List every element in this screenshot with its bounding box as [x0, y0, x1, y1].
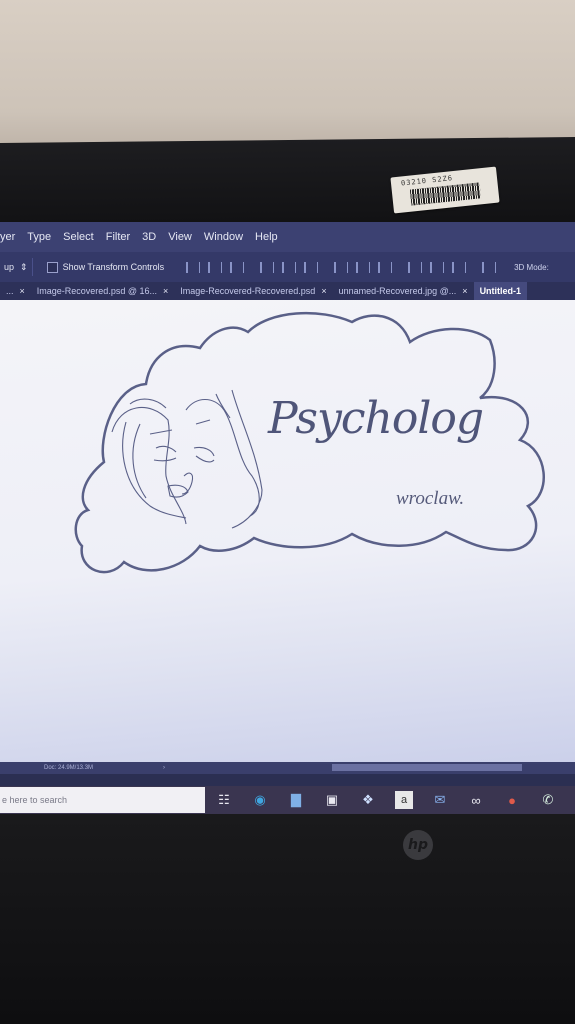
doc-size: Doc: 24.9M/13.3M — [44, 765, 94, 771]
tab-image-recovered-recovered[interactable]: Image-Recovered-Recovered.psd × — [174, 282, 332, 300]
logo-artwork — [74, 311, 545, 574]
distribute-bottom-icon[interactable] — [378, 261, 393, 273]
logo-title: Psycholog — [268, 393, 484, 444]
faces-line-art — [111, 389, 263, 529]
dropdown-arrow-icon: ⇕ — [20, 261, 28, 272]
mail-icon[interactable]: ✉ — [431, 791, 449, 809]
options-bar: up ⇕ Show Transform Controls 3D Mode: — [0, 252, 575, 283]
tab-label: ... — [6, 286, 14, 296]
taskbar-search-input[interactable]: e here to search — [0, 787, 205, 813]
tab-image-recovered[interactable]: Image-Recovered.psd @ 16... × — [31, 282, 174, 300]
document-tabs: ... × Image-Recovered.psd @ 16... × Imag… — [0, 282, 575, 300]
horizontal-scrollbar[interactable] — [332, 764, 522, 771]
menu-type[interactable]: Type — [27, 231, 51, 243]
align-bottom-icon[interactable] — [304, 261, 319, 273]
show-transform-label: Show Transform Controls — [62, 262, 165, 272]
tab-unnamed-recovered[interactable]: unnamed-Recovered.jpg @... × — [333, 282, 474, 300]
close-icon[interactable]: × — [321, 286, 326, 296]
tab-untitled-1[interactable]: Untitled-1 — [473, 282, 528, 300]
tab-previous[interactable]: ... × — [0, 282, 31, 300]
align-middle-icon[interactable] — [282, 261, 297, 273]
infinity-icon[interactable]: ∞ — [467, 791, 485, 809]
align-tools — [186, 261, 504, 273]
status-arrow-icon[interactable]: › — [163, 765, 165, 771]
distribute-top-icon[interactable] — [334, 261, 349, 273]
menu-3d[interactable]: 3D — [142, 231, 156, 243]
3d-mode-label: 3D Mode: — [514, 262, 549, 272]
screen: yer Type Select Filter 3D View Window He… — [0, 222, 575, 814]
close-icon[interactable]: × — [20, 286, 25, 296]
laptop-body — [0, 814, 575, 1024]
menu-filter[interactable]: Filter — [106, 231, 130, 243]
barcode-icon — [409, 182, 482, 206]
distribute-right-icon[interactable] — [452, 261, 467, 273]
store-icon[interactable]: ▣ — [323, 791, 341, 809]
photos-icon[interactable]: ▇ — [287, 791, 305, 809]
menu-select[interactable]: Select — [63, 231, 94, 243]
auto-select-dropdown[interactable]: up ⇕ — [0, 258, 33, 276]
logo-subtitle: wroclaw. — [396, 488, 465, 509]
show-transform-checkbox[interactable] — [46, 261, 58, 273]
align-center-icon[interactable] — [208, 261, 223, 273]
distribute-center-icon[interactable] — [430, 261, 445, 273]
align-right-icon[interactable] — [230, 261, 245, 273]
status-bar: Doc: 24.9M/13.3M › — [0, 762, 575, 774]
distribute-left-icon[interactable] — [408, 261, 423, 273]
auto-align-icon[interactable] — [482, 261, 497, 273]
auto-select-value: up — [4, 262, 15, 272]
search-placeholder: e here to search — [2, 795, 68, 805]
task-view-icon[interactable]: ☷ — [215, 791, 233, 809]
align-left-icon[interactable] — [186, 261, 201, 273]
amazon-icon[interactable]: a — [395, 791, 413, 809]
menu-window[interactable]: Window — [204, 231, 243, 243]
tab-label: Untitled-1 — [479, 286, 522, 296]
document-canvas[interactable]: Psycholog wroclaw. — [0, 300, 575, 762]
distribute-middle-icon[interactable] — [356, 261, 371, 273]
tab-label: Image-Recovered.psd @ 16... — [36, 286, 157, 296]
wall-background — [0, 0, 575, 160]
windows-taskbar: e here to search ☷ ◉ ▇ ▣ ❖ a ✉ ∞ ● ✆ — [0, 786, 575, 814]
close-icon[interactable]: × — [462, 286, 467, 296]
menu-layer[interactable]: yer — [0, 231, 15, 243]
tab-label: unnamed-Recovered.jpg @... — [338, 286, 457, 296]
edge-icon[interactable]: ◉ — [251, 791, 269, 809]
menu-help[interactable]: Help — [255, 231, 278, 243]
tab-label: Image-Recovered-Recovered.psd — [180, 286, 316, 296]
taskbar-apps: ☷ ◉ ▇ ▣ ❖ a ✉ ∞ ● ✆ — [215, 791, 575, 809]
menu-bar: yer Type Select Filter 3D View Window He… — [0, 222, 575, 252]
chrome-icon[interactable]: ● — [503, 791, 521, 809]
menu-view[interactable]: View — [168, 231, 192, 243]
align-top-icon[interactable] — [260, 261, 275, 273]
whatsapp-icon[interactable]: ✆ — [539, 791, 557, 809]
dropbox-icon[interactable]: ❖ — [359, 791, 377, 809]
hp-logo-icon: hp — [403, 830, 433, 860]
close-icon[interactable]: × — [163, 286, 168, 296]
